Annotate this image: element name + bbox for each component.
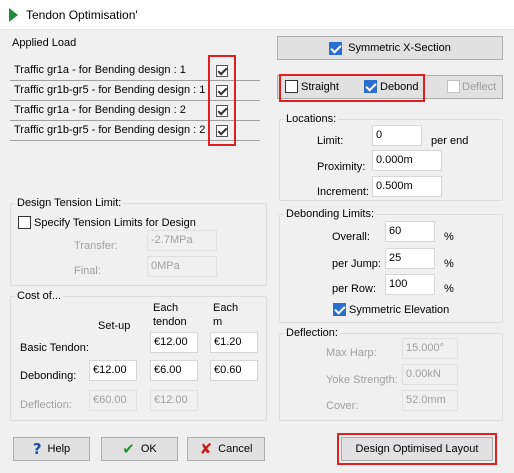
tension-title: Design Tension Limit: — [15, 197, 124, 209]
transfer-label: Transfer: — [74, 240, 118, 252]
cover-input: 52.0mm — [402, 390, 458, 411]
per-row-label: per Row: — [332, 283, 377, 295]
max-harp-label: Max Harp: — [326, 347, 377, 359]
transfer-input: -2.7MPa — [147, 230, 217, 251]
symmetric-elevation-checkbox[interactable] — [333, 303, 346, 316]
locations-title: Locations: — [284, 113, 339, 125]
final-label: Final: — [74, 265, 101, 277]
increment-label: Increment: — [317, 186, 369, 198]
dialog-body: Applied Load Traffic gr1a - for Bending … — [0, 30, 514, 473]
deflect-label: Deflect — [462, 81, 497, 93]
help-label: Help — [47, 443, 71, 455]
applied-load-title: Applied Load — [12, 37, 77, 49]
cancel-button[interactable]: ✘ Cancel — [187, 437, 265, 461]
specify-tension-label[interactable]: Specify Tension Limits for Design — [34, 217, 196, 229]
cross-icon: ✘ — [199, 440, 213, 458]
col-each-tendon: Each tendon — [153, 302, 187, 328]
deflection-title: Deflection: — [284, 327, 340, 339]
title-bar: Tendon Optimisation' — [0, 0, 514, 30]
cover-label: Cover: — [326, 400, 359, 412]
per-jump-label: per Jump: — [332, 258, 381, 270]
cancel-label: Cancel — [218, 443, 253, 455]
debonding-each-tendon-input[interactable]: €6.00 — [150, 360, 198, 381]
checkmark-icon: ✔ — [122, 440, 135, 458]
max-harp-input: 15.000° — [402, 338, 458, 359]
specify-tension-checkbox[interactable] — [18, 216, 31, 229]
final-input: 0MPa — [147, 256, 217, 277]
basic-each-tendon-input[interactable]: €12.00 — [150, 332, 198, 353]
tension-group: Design Tension Limit: — [10, 197, 267, 286]
ok-button[interactable]: ✔ OK — [101, 437, 178, 461]
basic-tendon-label: Basic Tendon: — [20, 342, 89, 354]
limit-input[interactable]: 0 — [372, 125, 422, 146]
deflection-each-tendon-input: €12.00 — [150, 390, 198, 411]
symmetric-xsection-label: Symmetric X-Section — [348, 42, 451, 54]
deflection-cost-label: Deflection: — [20, 399, 72, 411]
overall-input[interactable]: 60 — [385, 221, 435, 242]
ok-label: OK — [140, 443, 157, 455]
app-icon — [9, 8, 18, 22]
col-setup: Set-up — [98, 320, 131, 332]
proximity-input[interactable]: 0.000m — [372, 150, 442, 171]
debonding-each-m-input[interactable]: €0.60 — [210, 360, 258, 381]
help-icon: ? — [32, 440, 42, 458]
overall-label: Overall: — [332, 231, 370, 243]
symmetric-xsection-toggle[interactable]: Symmetric X-Section — [277, 36, 503, 60]
yoke-strength-label: Yoke Strength: — [326, 374, 398, 386]
highlight-box-load-checks — [208, 55, 236, 146]
per-row-input[interactable]: 100 — [385, 274, 435, 295]
load-row-label: Traffic gr1a - for Bending design : 1 — [14, 64, 186, 76]
per-row-unit: % — [444, 283, 454, 295]
proximity-label: Proximity: — [317, 161, 366, 173]
debonding-label: Debonding: — [20, 370, 77, 382]
deflect-checkbox — [447, 80, 460, 93]
load-row-label: Traffic gr1b-gr5 - for Bending design : … — [14, 124, 206, 136]
debonding-limits-title: Debonding Limits: — [284, 208, 377, 220]
per-jump-input[interactable]: 25 — [385, 248, 435, 269]
cost-title: Cost of... — [15, 290, 64, 302]
deflection-setup-input: €60.00 — [89, 390, 137, 411]
limit-unit: per end — [431, 135, 469, 147]
debonding-setup-input[interactable]: €12.00 — [89, 360, 137, 381]
per-jump-unit: % — [444, 258, 454, 270]
symmetric-xsection-checkbox[interactable] — [329, 41, 343, 55]
yoke-strength-input: 0.00kN — [402, 364, 458, 385]
help-button[interactable]: ? Help — [13, 437, 90, 461]
highlight-box-design — [337, 433, 497, 465]
overall-unit: % — [444, 231, 454, 243]
increment-input[interactable]: 0.500m — [372, 176, 442, 197]
load-row-label: Traffic gr1a - for Bending design : 2 — [14, 104, 186, 116]
basic-each-m-input[interactable]: €1.20 — [210, 332, 258, 353]
symmetric-elevation-label[interactable]: Symmetric Elevation — [349, 304, 449, 316]
col-each-m: Each m — [213, 302, 239, 328]
load-row-label: Traffic gr1b-gr5 - for Bending design : … — [14, 84, 206, 96]
highlight-box-mode — [279, 74, 425, 102]
window-title: Tendon Optimisation' — [26, 8, 138, 22]
limit-label: Limit: — [317, 135, 344, 147]
